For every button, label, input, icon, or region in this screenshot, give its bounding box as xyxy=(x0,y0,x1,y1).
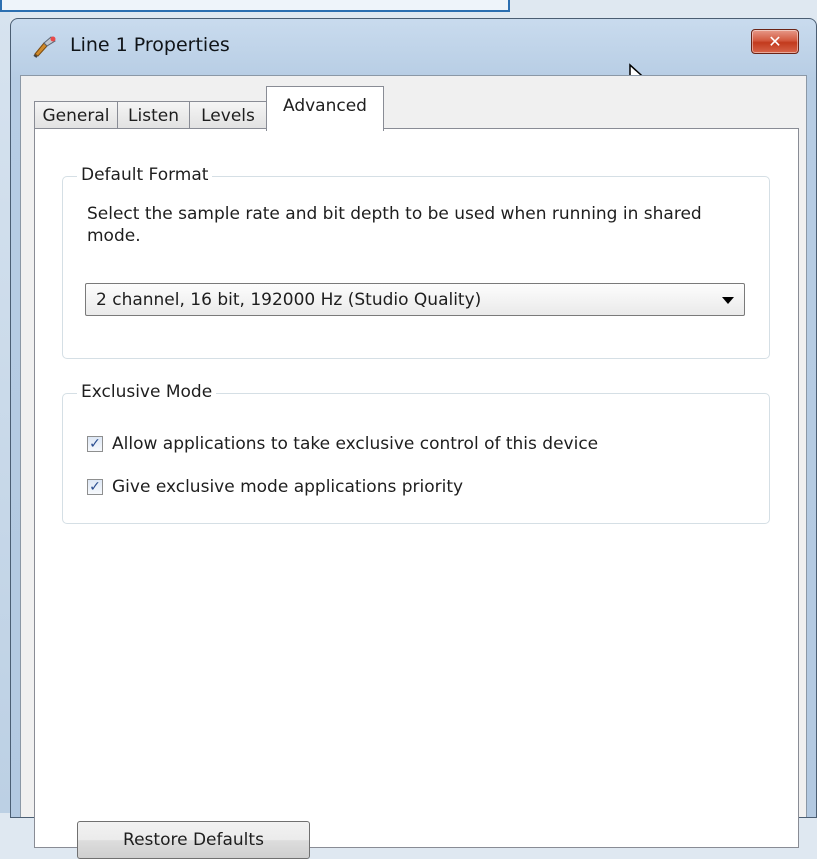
chevron-down-icon xyxy=(722,297,734,304)
close-button[interactable]: ✕ xyxy=(751,29,799,54)
properties-dialog: Line 1 Properties ✕ General Listen Level… xyxy=(10,18,817,859)
window-title: Line 1 Properties xyxy=(70,34,230,56)
exclusive-priority-label: Give exclusive mode applications priorit… xyxy=(112,477,464,497)
tab-levels[interactable]: Levels xyxy=(189,101,267,129)
exclusive-mode-title: Exclusive Mode xyxy=(77,382,217,402)
close-icon: ✕ xyxy=(768,32,782,51)
title-bar[interactable]: Line 1 Properties ✕ xyxy=(11,19,816,74)
default-format-group: Default Format Select the sample rate an… xyxy=(62,165,770,359)
advanced-tab-panel: Default Format Select the sample rate an… xyxy=(34,128,799,859)
speaker-jack-icon xyxy=(33,36,56,58)
allow-exclusive-control-option[interactable]: ✓ Allow applications to take exclusive c… xyxy=(87,434,598,454)
sample-rate-selected-value: 2 channel, 16 bit, 192000 Hz (Studio Qua… xyxy=(96,289,482,310)
exclusive-priority-checkbox[interactable]: ✓ xyxy=(87,479,103,495)
allow-exclusive-control-checkbox[interactable]: ✓ xyxy=(87,436,103,452)
sample-rate-dropdown[interactable]: 2 channel, 16 bit, 192000 Hz (Studio Qua… xyxy=(85,283,745,316)
restore-defaults-button[interactable]: Restore Defaults xyxy=(77,821,310,859)
tab-advanced[interactable]: Advanced xyxy=(266,86,384,131)
tab-listen[interactable]: Listen xyxy=(117,101,190,129)
allow-exclusive-control-label: Allow applications to take exclusive con… xyxy=(112,434,599,454)
exclusive-priority-option[interactable]: ✓ Give exclusive mode applications prior… xyxy=(87,477,463,497)
background-desktop xyxy=(0,12,10,813)
tab-general[interactable]: General xyxy=(34,101,118,129)
dialog-client-area: General Listen Levels Advanced Default F… xyxy=(20,75,807,859)
exclusive-mode-group: Exclusive Mode ✓ Allow applications to t… xyxy=(62,382,770,524)
default-format-description: Select the sample rate and bit depth to … xyxy=(87,204,702,246)
default-format-title: Default Format xyxy=(77,165,213,185)
background-window-edge xyxy=(0,0,510,12)
